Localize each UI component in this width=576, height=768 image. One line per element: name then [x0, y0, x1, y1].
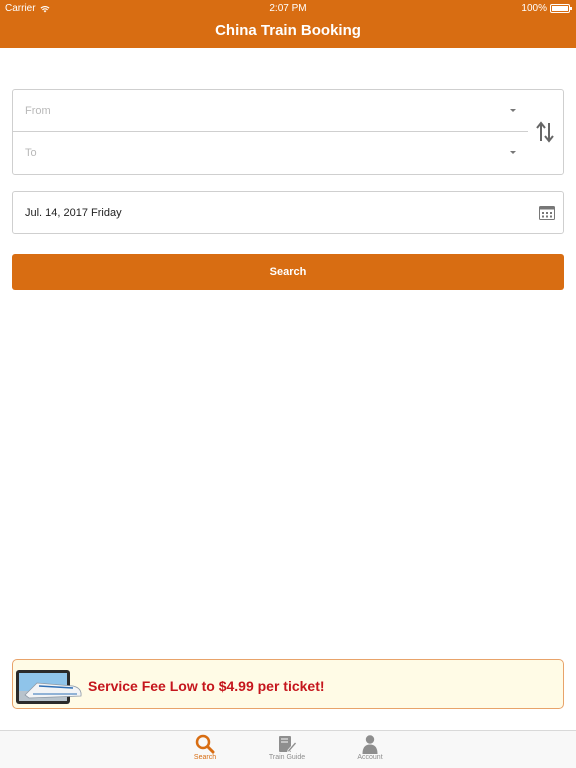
promo-banner[interactable]: Service Fee Low to $4.99 per ticket! — [12, 659, 564, 709]
tab-bar: Search Train Guide Account — [0, 730, 576, 768]
to-placeholder: To — [25, 147, 37, 159]
train-tablet-illustration — [16, 670, 82, 704]
chevron-down-icon — [510, 151, 516, 154]
calendar-icon[interactable] — [539, 206, 555, 220]
chevron-down-icon — [510, 109, 516, 112]
person-icon — [362, 735, 378, 754]
date-field[interactable]: Jul. 14, 2017 Friday — [12, 191, 564, 234]
battery-info: 100% — [521, 3, 572, 14]
swap-stations-icon[interactable] — [535, 120, 555, 144]
guide-book-icon — [279, 736, 297, 753]
tab-train-guide[interactable]: Train Guide — [257, 733, 317, 768]
search-button[interactable]: Search — [12, 254, 564, 290]
page-title: China Train Booking — [215, 22, 361, 39]
search-icon — [195, 734, 215, 754]
tab-label: Search — [193, 754, 217, 761]
tab-label: Train Guide — [268, 754, 306, 761]
battery-percent: 100% — [521, 3, 547, 14]
battery-icon — [550, 4, 572, 13]
date-value: Jul. 14, 2017 Friday — [25, 207, 122, 219]
tab-search[interactable]: Search — [175, 733, 235, 768]
nav-bar: China Train Booking — [0, 16, 576, 48]
clock: 2:07 PM — [269, 3, 307, 14]
promo-text: Service Fee Low to $4.99 per ticket! — [88, 678, 325, 694]
route-selector: From To — [12, 89, 564, 175]
to-station-field[interactable]: To — [13, 132, 528, 174]
tab-account[interactable]: Account — [340, 733, 400, 768]
status-bar: Carrier 2:07 PM 100% — [0, 0, 576, 16]
from-placeholder: From — [25, 105, 51, 117]
tab-label: Account — [357, 754, 383, 761]
from-station-field[interactable]: From — [13, 90, 528, 132]
